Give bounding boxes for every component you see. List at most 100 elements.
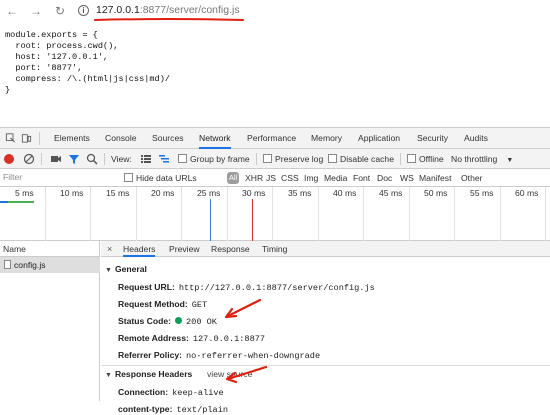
code-line: module.exports = { [5, 30, 98, 40]
timeline-tick-label: 5 ms [15, 188, 34, 198]
filter-icon[interactable] [68, 153, 80, 165]
request-url-value: http://127.0.0.1:8877/server/config.js [178, 283, 375, 293]
checkbox-box[interactable] [263, 154, 272, 163]
devtools-panel: Elements Console Sources Network Perform… [0, 127, 550, 415]
filter-type-xhr[interactable]: XHR [245, 169, 263, 187]
chevron-down-icon: ▼ [506, 157, 514, 164]
disable-cache-checkbox[interactable]: Disable cache [328, 149, 394, 169]
forward-arrow-icon[interactable]: → [29, 4, 43, 18]
tab-network[interactable]: Network [199, 128, 231, 149]
response-headers-title: Response Headers [114, 369, 193, 379]
filter-type-ws[interactable]: WS [400, 169, 414, 187]
large-rows-icon[interactable] [140, 153, 152, 165]
disable-cache-label: Disable cache [340, 154, 394, 164]
browser-address-bar: ← → ↻ i 127.0.0.1:8877/server/config.js [0, 0, 550, 24]
timeline-tick-label: 50 ms [424, 188, 448, 198]
filter-input[interactable]: Filter [3, 172, 22, 182]
file-icon [4, 260, 11, 269]
code-line: root: process.cwd(), [5, 41, 119, 51]
remote-address-value: 127.0.0.1:8877 [192, 334, 266, 344]
screenshot-camera-icon[interactable] [50, 153, 62, 165]
info-icon[interactable]: i [78, 5, 89, 16]
group-by-frame-label: Group by frame [190, 154, 250, 164]
back-arrow-icon[interactable]: ← [5, 4, 19, 18]
checkbox-box[interactable] [407, 154, 416, 163]
group-by-frame-checkbox[interactable]: Group by frame [178, 149, 250, 169]
name-column-header[interactable]: Name [0, 241, 100, 257]
connection-label: Connection: [118, 387, 169, 397]
close-icon[interactable]: × [107, 241, 112, 257]
section-divider [101, 365, 550, 366]
tab-sources[interactable]: Sources [152, 128, 184, 149]
status-code-label: Status Code: [118, 316, 171, 326]
preserve-log-label: Preserve log [275, 154, 324, 164]
referrer-policy-value: no-referrer-when-downgrade [186, 351, 321, 361]
tab-audits[interactable]: Audits [464, 128, 488, 149]
offline-label: Offline [419, 154, 444, 164]
timeline-tick-label: 10 ms [60, 188, 84, 198]
referrer-policy-label: Referrer Policy: [118, 350, 183, 360]
waterfall-overview-icon[interactable] [158, 153, 170, 165]
network-overview-timeline[interactable]: 5 ms 10 ms 15 ms 20 ms 25 ms 30 ms 35 ms 40 ms 4… [0, 187, 550, 241]
general-section-header[interactable]: ▼ General [105, 264, 147, 274]
url-text: 127.0.0.1:8877/server/config.js [96, 4, 240, 16]
timeline-tick-label: 40 ms [333, 188, 357, 198]
filter-type-js[interactable]: JS [266, 169, 276, 187]
offline-checkbox[interactable]: Offline [407, 149, 444, 169]
request-list: Name config.js [0, 241, 100, 401]
filter-type-manifest[interactable]: Manifest [419, 169, 451, 187]
remote-address-label: Remote Address: [118, 333, 189, 343]
view-source-link[interactable]: view source [207, 369, 252, 379]
filter-type-css[interactable]: CSS [281, 169, 299, 187]
response-headers-section-header[interactable]: ▼ Response Headers [105, 369, 192, 379]
remote-address-row: Remote Address: 127.0.0.1:8877 [118, 333, 265, 344]
clear-icon[interactable] [23, 153, 35, 165]
timeline-gridline [318, 187, 319, 241]
toolbar-separator [41, 153, 42, 165]
timeline-gridline [409, 187, 410, 241]
timeline-tick-label: 20 ms [151, 188, 175, 198]
url-path: :8877/server/config.js [139, 4, 240, 16]
tab-console[interactable]: Console [105, 128, 137, 149]
request-row[interactable]: config.js [0, 257, 100, 273]
tab-memory[interactable]: Memory [311, 128, 342, 149]
timeline-tick-label: 55 ms [470, 188, 494, 198]
checkbox-box[interactable] [124, 173, 133, 182]
inspect-element-icon[interactable] [5, 133, 16, 143]
tab-preview[interactable]: Preview [169, 241, 200, 257]
filter-type-media[interactable]: Media [324, 169, 347, 187]
record-icon[interactable] [4, 154, 14, 164]
checkbox-box[interactable] [178, 154, 187, 163]
tab-security[interactable]: Security [417, 128, 448, 149]
search-icon[interactable] [86, 153, 98, 165]
tab-application[interactable]: Application [358, 128, 400, 149]
tab-performance[interactable]: Performance [247, 128, 296, 149]
filter-type-font[interactable]: Font [353, 169, 370, 187]
devtools-tabbar: Elements Console Sources Network Perform… [0, 128, 550, 149]
timeline-gridline [454, 187, 455, 241]
tab-elements[interactable]: Elements [54, 128, 90, 149]
toolbar-separator [256, 153, 257, 165]
network-toolbar: View: Group by frame Preserve log Disabl… [0, 149, 550, 169]
detail-tabs: × Headers Preview Response Timing [101, 241, 550, 257]
preserve-log-checkbox[interactable]: Preserve log [263, 149, 323, 169]
request-url-row: Request URL: http://127.0.0.1:8877/server… [118, 282, 375, 293]
hide-data-urls-checkbox[interactable]: Hide data URLs [124, 169, 197, 187]
tab-timing[interactable]: Timing [262, 241, 287, 257]
throttling-select[interactable]: No throttling ▼ [451, 149, 513, 169]
request-name: config.js [14, 260, 46, 270]
timeline-gridline [45, 187, 46, 241]
triangle-down-icon: ▼ [105, 267, 112, 274]
filter-all-button[interactable]: All [227, 172, 239, 184]
content-type-label: content-type: [118, 404, 173, 414]
device-toolbar-icon[interactable] [21, 133, 32, 143]
timeline-gridline [545, 187, 546, 241]
tab-headers[interactable]: Headers [123, 241, 156, 257]
reload-icon[interactable]: ↻ [53, 4, 67, 18]
filter-type-doc[interactable]: Doc [377, 169, 392, 187]
request-detail-pane: × Headers Preview Response Timing ▼ Gener… [101, 241, 550, 415]
filter-type-other[interactable]: Other [461, 169, 483, 187]
filter-type-img[interactable]: Img [304, 169, 318, 187]
checkbox-box[interactable] [328, 154, 337, 163]
tab-response[interactable]: Response [211, 241, 250, 257]
